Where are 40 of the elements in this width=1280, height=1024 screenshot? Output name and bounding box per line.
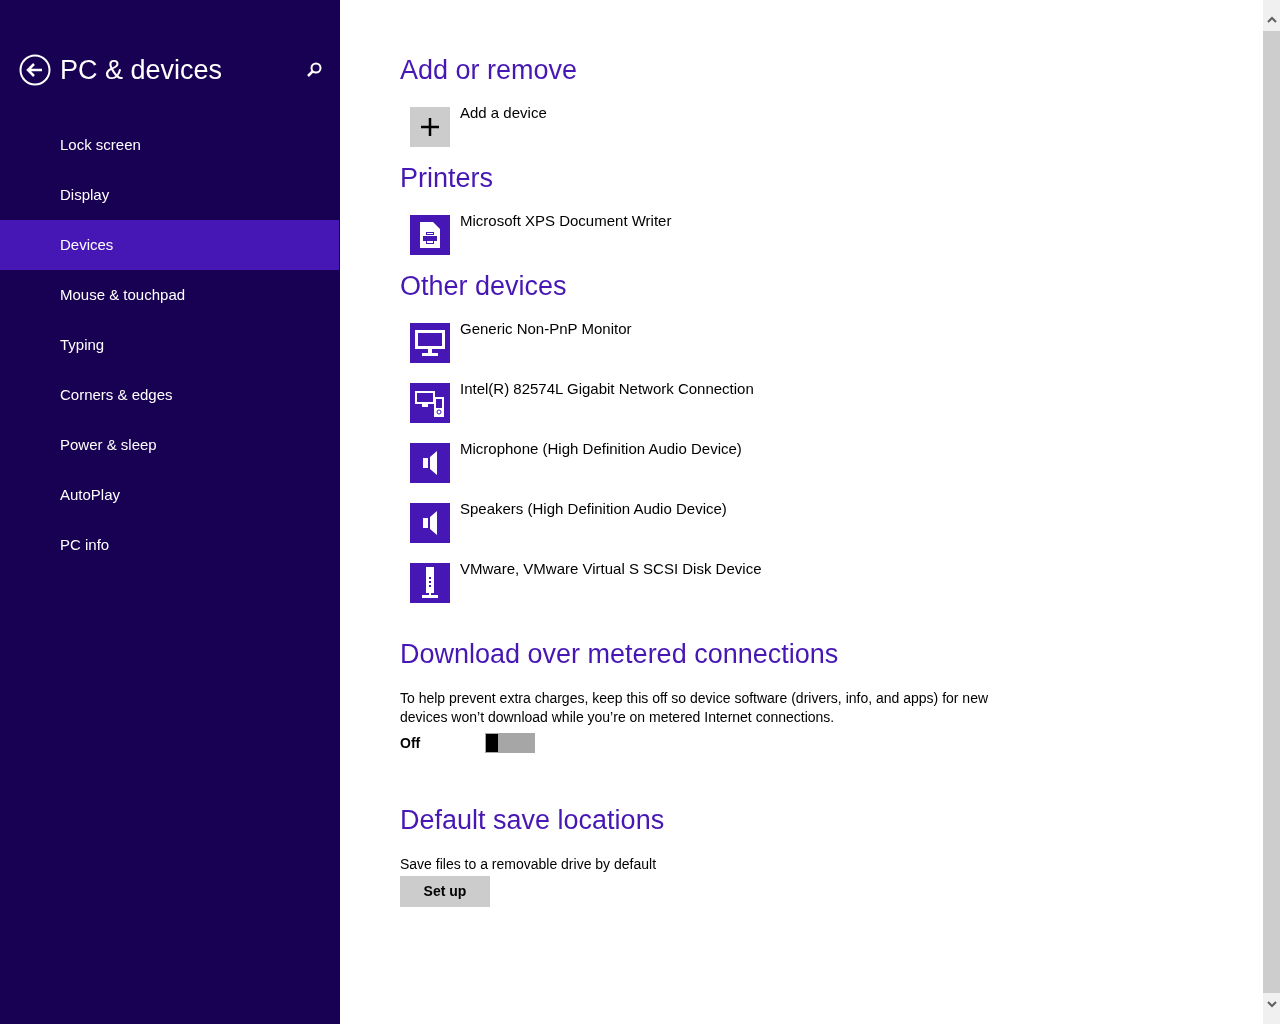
printer-document-icon: [420, 222, 440, 248]
set-up-button[interactable]: Set up: [400, 876, 490, 907]
toggle-label: Off: [400, 733, 422, 753]
device-name[interactable]: Speakers (High Definition Audio Device): [460, 500, 727, 518]
section-heading: Default save locations: [400, 804, 666, 837]
scroll-down-icon[interactable]: [1266, 1001, 1277, 1008]
device-name[interactable]: Generic Non-PnP Monitor: [460, 320, 632, 338]
nav-item[interactable]: Mouse & touchpad: [0, 270, 339, 320]
nav-item[interactable]: Display: [0, 170, 339, 220]
section-heading: Add or remove: [400, 54, 579, 87]
computer-and-phone-icon: [415, 389, 445, 417]
sidebar-title: PC & devices: [60, 56, 223, 84]
scroll-up-icon[interactable]: [1266, 16, 1277, 23]
drive-icon: [422, 567, 438, 599]
monitor-icon: [415, 330, 445, 356]
search-icon[interactable]: [306, 62, 322, 78]
toggle-switch[interactable]: [485, 733, 535, 753]
device-name[interactable]: Add a device: [460, 104, 547, 122]
scrollbar[interactable]: [1263, 0, 1280, 1024]
description-text: Save files to a removable drive by default: [400, 855, 658, 874]
nav-item[interactable]: Power & sleep: [0, 420, 339, 470]
nav-item[interactable]: Devices: [0, 220, 339, 270]
section-heading: Other devices: [400, 270, 568, 303]
nav-item[interactable]: AutoPlay: [0, 470, 339, 520]
speaker-icon: [423, 511, 437, 535]
plus-icon: [420, 117, 440, 137]
add-device-tile[interactable]: [410, 107, 450, 147]
nav-item[interactable]: Corners & edges: [0, 370, 339, 420]
description-text: To help prevent extra charges, keep this off so device software (drivers, info, and apps) for new devices won’t download while you’re on metered Internet connections.: [400, 689, 990, 727]
device-name[interactable]: VMware, VMware Virtual S SCSI Disk Device: [460, 560, 762, 578]
nav-item[interactable]: PC info: [0, 520, 339, 570]
nav-item[interactable]: Lock screen: [0, 120, 339, 170]
speaker-icon: [423, 451, 437, 475]
device-name[interactable]: Microsoft XPS Document Writer: [460, 212, 672, 230]
device-name[interactable]: Intel(R) 82574L Gigabit Network Connection: [460, 380, 754, 398]
nav-item[interactable]: Typing: [0, 320, 339, 370]
section-heading: Printers: [400, 162, 495, 195]
back-icon[interactable]: [19, 54, 51, 86]
device-name[interactable]: Microphone (High Definition Audio Device): [460, 440, 742, 458]
section-heading: Download over metered connections: [400, 638, 840, 671]
